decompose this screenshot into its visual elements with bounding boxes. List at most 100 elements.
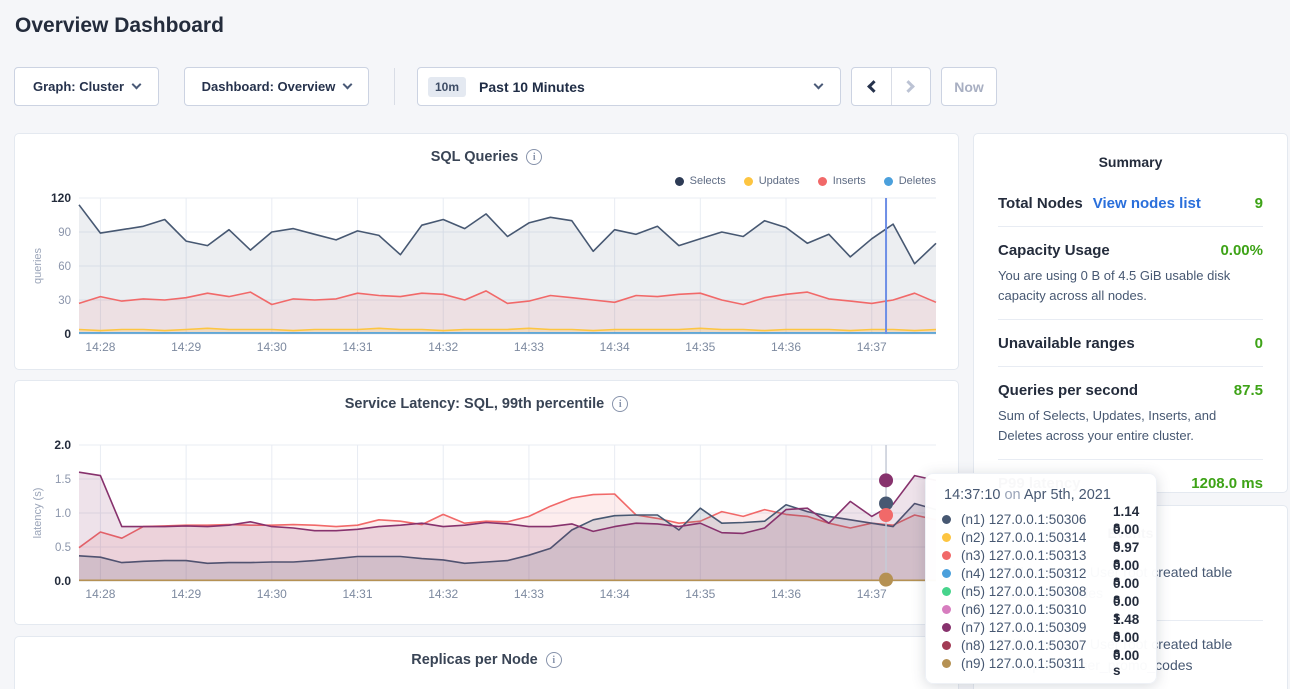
svg-text:14:29: 14:29 bbox=[171, 587, 201, 601]
node-color-dot-icon bbox=[942, 569, 951, 578]
tooltip-row: (n9) 127.0.0.1:503110.00 s bbox=[942, 654, 1140, 672]
svg-text:14:30: 14:30 bbox=[257, 587, 287, 601]
tooltip-header: 14:37:10 on Apr 5th, 2021 bbox=[944, 487, 1140, 503]
summary-row-description: You are using 0 B of 4.5 GiB usable disk… bbox=[998, 266, 1263, 305]
sql-queries-chart-title: SQL Queries bbox=[431, 149, 519, 165]
tooltip-row: (n3) 127.0.0.1:503130.97 s bbox=[942, 546, 1140, 564]
svg-text:14:33: 14:33 bbox=[514, 340, 544, 354]
svg-text:14:36: 14:36 bbox=[771, 587, 801, 601]
info-icon[interactable]: i bbox=[612, 396, 628, 412]
svg-text:0.5: 0.5 bbox=[55, 542, 71, 554]
svg-text:14:31: 14:31 bbox=[343, 587, 373, 601]
summary-row-value: 0 bbox=[1255, 335, 1263, 352]
tooltip-row: (n4) 127.0.0.1:503120.00 s bbox=[942, 564, 1140, 582]
graph-dropdown[interactable]: Graph: Cluster bbox=[14, 67, 159, 106]
summary-row-label: Total Nodes bbox=[998, 195, 1083, 212]
summary-row-label: Capacity Usage bbox=[998, 242, 1110, 259]
node-color-dot-icon bbox=[942, 659, 951, 668]
tooltip-time: 14:37:10 bbox=[944, 487, 1000, 503]
chevron-down-icon bbox=[343, 80, 353, 90]
svg-text:1.5: 1.5 bbox=[55, 474, 71, 486]
svg-text:90: 90 bbox=[58, 227, 71, 239]
tooltip-row: (n2) 127.0.0.1:503140.00 s bbox=[942, 528, 1140, 546]
svg-text:120: 120 bbox=[51, 191, 71, 205]
chevron-down-icon bbox=[132, 80, 142, 90]
summary-row: Capacity Usage 0.00% You are using 0 B of … bbox=[998, 226, 1263, 319]
svg-text:14:35: 14:35 bbox=[685, 587, 715, 601]
summary-row-value: 87.5 bbox=[1234, 382, 1263, 399]
tooltip-rows: (n1) 127.0.0.1:503061.14 s(n2) 127.0.0.1… bbox=[942, 510, 1140, 672]
view-nodes-list-link[interactable]: View nodes list bbox=[1093, 195, 1201, 212]
tooltip-row: (n8) 127.0.0.1:503070.00 s bbox=[942, 636, 1140, 654]
node-color-dot-icon bbox=[942, 587, 951, 596]
toolbar-divider bbox=[394, 68, 395, 105]
time-range-badge: 10m bbox=[428, 77, 466, 97]
info-icon[interactable]: i bbox=[546, 652, 562, 668]
tooltip-node-label: (n5) 127.0.0.1:50308 bbox=[961, 584, 1113, 599]
summary-title: Summary bbox=[974, 134, 1287, 170]
node-color-dot-icon bbox=[942, 641, 951, 650]
svg-text:14:34: 14:34 bbox=[600, 340, 630, 354]
tooltip-node-label: (n3) 127.0.0.1:50313 bbox=[961, 548, 1113, 563]
svg-text:2.0: 2.0 bbox=[54, 438, 71, 452]
summary-rows: Total Nodes View nodes list 9 Capacity Usag… bbox=[974, 170, 1287, 506]
chevron-down-icon bbox=[814, 80, 824, 90]
svg-text:14:29: 14:29 bbox=[171, 340, 201, 354]
time-range-selector[interactable]: 10m Past 10 Minutes bbox=[417, 67, 841, 106]
svg-text:60: 60 bbox=[58, 261, 71, 273]
sql-queries-panel: SQL Queries i SelectsUpdatesInsertsDelet… bbox=[14, 133, 959, 370]
svg-text:latency (s): latency (s) bbox=[32, 488, 44, 539]
tooltip-row: (n6) 127.0.0.1:503100.00 s bbox=[942, 600, 1140, 618]
service-latency-chart[interactable]: 2.01.51.00.50.014:2814:2914:3014:3114:32… bbox=[15, 433, 960, 616]
legend-dot-icon bbox=[818, 177, 827, 186]
chevron-right-icon bbox=[903, 80, 916, 93]
tooltip-node-label: (n9) 127.0.0.1:50311 bbox=[961, 656, 1113, 671]
svg-text:14:31: 14:31 bbox=[343, 340, 373, 354]
tooltip-node-value: 0.00 s bbox=[1113, 648, 1140, 678]
chart-hover-tooltip: 14:37:10 on Apr 5th, 2021 (n1) 127.0.0.1… bbox=[925, 473, 1157, 684]
prev-timespan-button[interactable] bbox=[852, 68, 891, 105]
time-range-label: Past 10 Minutes bbox=[479, 79, 815, 95]
svg-text:14:34: 14:34 bbox=[600, 587, 630, 601]
summary-row-value: 0.00% bbox=[1220, 242, 1263, 259]
svg-text:14:32: 14:32 bbox=[428, 587, 458, 601]
replicas-chart-title: Replicas per Node bbox=[411, 652, 538, 668]
svg-text:0: 0 bbox=[64, 327, 71, 341]
dashboard-dropdown-label: Dashboard: Overview bbox=[202, 79, 336, 94]
legend-dot-icon bbox=[884, 177, 893, 186]
tooltip-row: (n1) 127.0.0.1:503061.14 s bbox=[942, 510, 1140, 528]
tooltip-date: Apr 5th, 2021 bbox=[1024, 487, 1111, 503]
summary-row-value: 9 bbox=[1255, 195, 1263, 212]
svg-text:14:28: 14:28 bbox=[85, 340, 115, 354]
tooltip-node-label: (n1) 127.0.0.1:50306 bbox=[961, 512, 1113, 527]
next-timespan-button[interactable] bbox=[891, 68, 930, 105]
summary-row-label: Unavailable ranges bbox=[998, 335, 1135, 352]
tooltip-node-label: (n2) 127.0.0.1:50314 bbox=[961, 530, 1113, 545]
now-button[interactable]: Now bbox=[941, 67, 997, 106]
node-color-dot-icon bbox=[942, 551, 951, 560]
svg-text:0.0: 0.0 bbox=[54, 574, 71, 588]
tooltip-row: (n7) 127.0.0.1:503091.48 s bbox=[942, 618, 1140, 636]
service-latency-chart-title: Service Latency: SQL, 99th percentile bbox=[345, 396, 605, 412]
summary-panel: Summary Total Nodes View nodes list 9 Capac… bbox=[973, 133, 1288, 493]
dashboard-dropdown[interactable]: Dashboard: Overview bbox=[184, 67, 369, 106]
replicas-per-node-panel: Replicas per Node i bbox=[14, 636, 959, 689]
summary-row: Total Nodes View nodes list 9 bbox=[998, 180, 1263, 226]
node-color-dot-icon bbox=[942, 623, 951, 632]
node-color-dot-icon bbox=[942, 515, 951, 524]
legend-dot-icon bbox=[675, 177, 684, 186]
svg-text:14:28: 14:28 bbox=[85, 587, 115, 601]
tooltip-node-label: (n7) 127.0.0.1:50309 bbox=[961, 620, 1113, 635]
summary-row-description: Sum of Selects, Updates, Inserts, and De… bbox=[998, 406, 1263, 445]
sql-queries-chart[interactable]: 120906030014:2814:2914:3014:3114:3214:33… bbox=[15, 186, 960, 369]
summary-row-label: Queries per second bbox=[998, 382, 1138, 399]
svg-text:14:37: 14:37 bbox=[857, 587, 887, 601]
overview-dashboard-page: Overview Dashboard Graph: Cluster Dashbo… bbox=[0, 0, 1290, 689]
legend-dot-icon bbox=[744, 177, 753, 186]
page-title: Overview Dashboard bbox=[15, 14, 224, 38]
info-icon[interactable]: i bbox=[526, 149, 542, 165]
tooltip-node-label: (n8) 127.0.0.1:50307 bbox=[961, 638, 1113, 653]
svg-text:14:36: 14:36 bbox=[771, 340, 801, 354]
node-color-dot-icon bbox=[942, 605, 951, 614]
tooltip-node-label: (n4) 127.0.0.1:50312 bbox=[961, 566, 1113, 581]
